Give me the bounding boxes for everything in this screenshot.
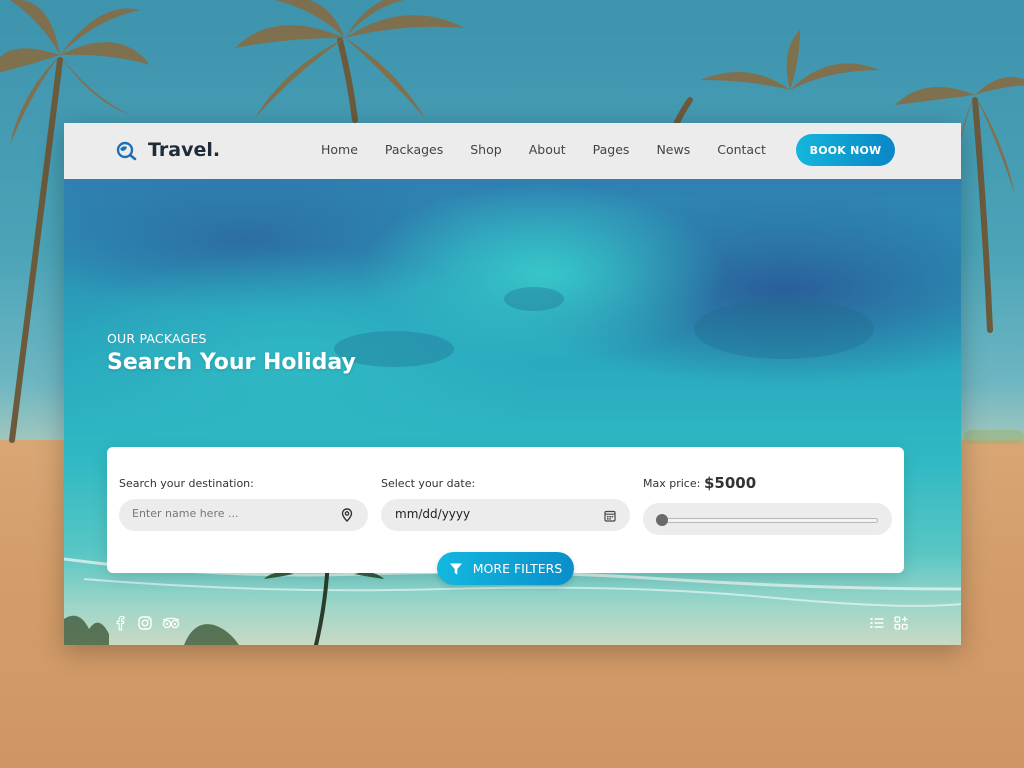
slider-track[interactable]	[657, 518, 878, 523]
map-pin-icon	[340, 508, 354, 522]
brand-name: Travel.	[148, 139, 221, 161]
grid-view-icon[interactable]	[893, 615, 909, 631]
more-filters-label: MORE FILTERS	[472, 561, 563, 576]
max-price-label: Max price:	[643, 477, 701, 490]
hero-card: Travel. Home Packages Shop About Pages N…	[64, 123, 961, 645]
tripadvisor-icon[interactable]	[162, 615, 180, 631]
nav-shop[interactable]: Shop	[470, 142, 501, 157]
destination-field[interactable]	[119, 499, 368, 531]
date-field[interactable]: mm/dd/yyyy	[381, 499, 630, 531]
nav-home[interactable]: Home	[321, 142, 358, 157]
price-slider[interactable]	[643, 503, 892, 535]
social-links	[112, 615, 187, 631]
main-nav: Home Packages Shop About Pages News Cont…	[321, 142, 793, 157]
top-navbar: Travel. Home Packages Shop About Pages N…	[64, 123, 961, 179]
list-view-icon[interactable]	[869, 615, 885, 631]
brand-logo[interactable]: Travel.	[116, 139, 220, 161]
calendar-icon[interactable]	[604, 509, 616, 522]
nav-news[interactable]: News	[656, 142, 690, 157]
slider-thumb[interactable]	[656, 514, 668, 526]
nav-pages[interactable]: Pages	[593, 142, 630, 157]
section-eyebrow: OUR PACKAGES	[107, 331, 207, 346]
hero-title: Search Your Holiday	[107, 350, 356, 375]
destination-input[interactable]	[132, 507, 312, 520]
max-price-value: $5000	[704, 474, 757, 492]
globe-search-icon	[116, 139, 138, 161]
view-toggle	[861, 615, 909, 631]
date-label: Select your date:	[381, 477, 476, 490]
filter-funnel-icon	[449, 562, 463, 576]
nav-about[interactable]: About	[529, 142, 566, 157]
nav-contact[interactable]: Contact	[717, 142, 766, 157]
date-input[interactable]: mm/dd/yyyy	[395, 507, 470, 521]
facebook-icon[interactable]	[112, 615, 128, 631]
nav-packages[interactable]: Packages	[385, 142, 443, 157]
instagram-icon[interactable]	[137, 615, 153, 631]
book-now-button[interactable]: BOOK NOW	[796, 134, 895, 166]
more-filters-button[interactable]: MORE FILTERS	[437, 552, 574, 585]
destination-label: Search your destination:	[119, 477, 254, 490]
